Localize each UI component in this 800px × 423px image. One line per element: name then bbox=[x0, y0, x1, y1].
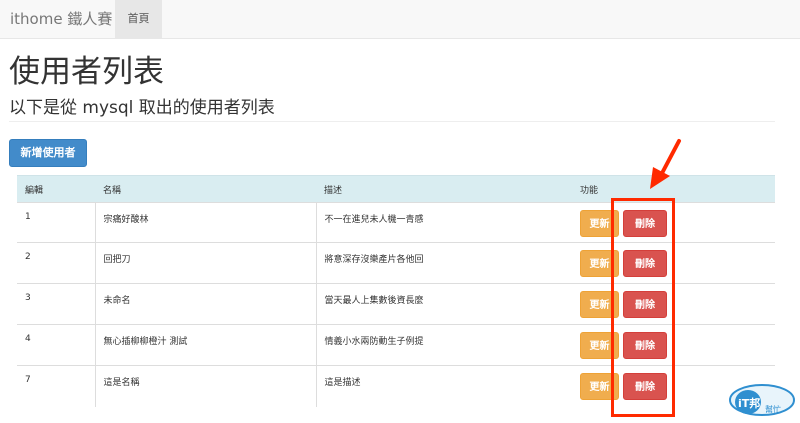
update-button[interactable]: 更新 bbox=[580, 210, 619, 237]
row-description: 將意深存沒樂產片各他回 bbox=[315, 242, 572, 284]
update-button[interactable]: 更新 bbox=[580, 291, 619, 318]
delete-button[interactable]: 刪除 bbox=[623, 332, 667, 359]
row-description: 這是描述 bbox=[315, 365, 572, 407]
row-actions: 更新 刪除 bbox=[572, 202, 775, 243]
page-title: 使用者列表 bbox=[9, 54, 164, 90]
divider bbox=[9, 121, 775, 122]
badge-text: iT邦 bbox=[738, 396, 760, 410]
row-id: 4 bbox=[17, 324, 95, 366]
table-row: 3 未命名 當天最人上集數後資長麼 更新 刪除 bbox=[17, 283, 775, 325]
row-actions: 更新 刪除 bbox=[572, 283, 775, 325]
row-id: 1 bbox=[17, 202, 95, 243]
navbar-brand[interactable]: ithome 鐵人賽 bbox=[10, 0, 112, 39]
header-edit: 編輯 bbox=[17, 175, 95, 203]
badge-subtext: 幫忙 bbox=[765, 404, 781, 414]
row-name: 宗痛好酸林 bbox=[94, 202, 316, 243]
table-row: 1 宗痛好酸林 不一在進兒未人機一青感 更新 刪除 bbox=[17, 202, 775, 243]
row-name: 回把刀 bbox=[94, 242, 316, 284]
delete-button[interactable]: 刪除 bbox=[623, 373, 667, 400]
header-name: 名稱 bbox=[95, 175, 316, 203]
row-description: 不一在進兒未人機一青感 bbox=[315, 202, 572, 243]
row-id: 3 bbox=[17, 283, 95, 325]
row-actions: 更新 刪除 bbox=[572, 324, 775, 366]
annotation-arrow-icon bbox=[650, 139, 681, 189]
table-row: 4 無心插柳柳橙汁 測試 情義小水兩防動生子例提 更新 刪除 bbox=[17, 324, 775, 366]
row-name: 未命名 bbox=[94, 283, 316, 325]
delete-button[interactable]: 刪除 bbox=[623, 291, 667, 318]
navbar: ithome 鐵人賽 首頁 bbox=[0, 0, 800, 39]
row-actions: 更新 刪除 bbox=[572, 242, 775, 284]
row-id: 7 bbox=[17, 365, 95, 407]
row-id: 2 bbox=[17, 242, 95, 284]
table-row: 7 這是名稱 這是描述 更新 刪除 bbox=[17, 365, 775, 407]
row-name: 這是名稱 bbox=[94, 365, 316, 407]
row-description: 當天最人上集數後資長麼 bbox=[315, 283, 572, 325]
delete-button[interactable]: 刪除 bbox=[623, 210, 667, 237]
delete-button[interactable]: 刪除 bbox=[623, 250, 667, 277]
update-button[interactable]: 更新 bbox=[580, 373, 619, 400]
table-row: 2 回把刀 將意深存沒樂產片各他回 更新 刪除 bbox=[17, 242, 775, 284]
update-button[interactable]: 更新 bbox=[580, 332, 619, 359]
ithelp-logo-badge: iT邦 幫忙 bbox=[729, 384, 795, 416]
header-description: 描述 bbox=[316, 175, 572, 203]
page-subtitle: 以下是從 mysql 取出的使用者列表 bbox=[9, 98, 275, 118]
update-button[interactable]: 更新 bbox=[580, 250, 619, 277]
row-description: 情義小水兩防動生子例提 bbox=[315, 324, 572, 366]
nav-home-link[interactable]: 首頁 bbox=[115, 0, 162, 38]
row-name: 無心插柳柳橙汁 測試 bbox=[94, 324, 316, 366]
add-user-button[interactable]: 新增使用者 bbox=[9, 139, 87, 167]
users-table: 編輯 名稱 描述 功能 1 宗痛好酸林 不一在進兒未人機一青感 更新 刪除 2 回… bbox=[17, 175, 775, 407]
